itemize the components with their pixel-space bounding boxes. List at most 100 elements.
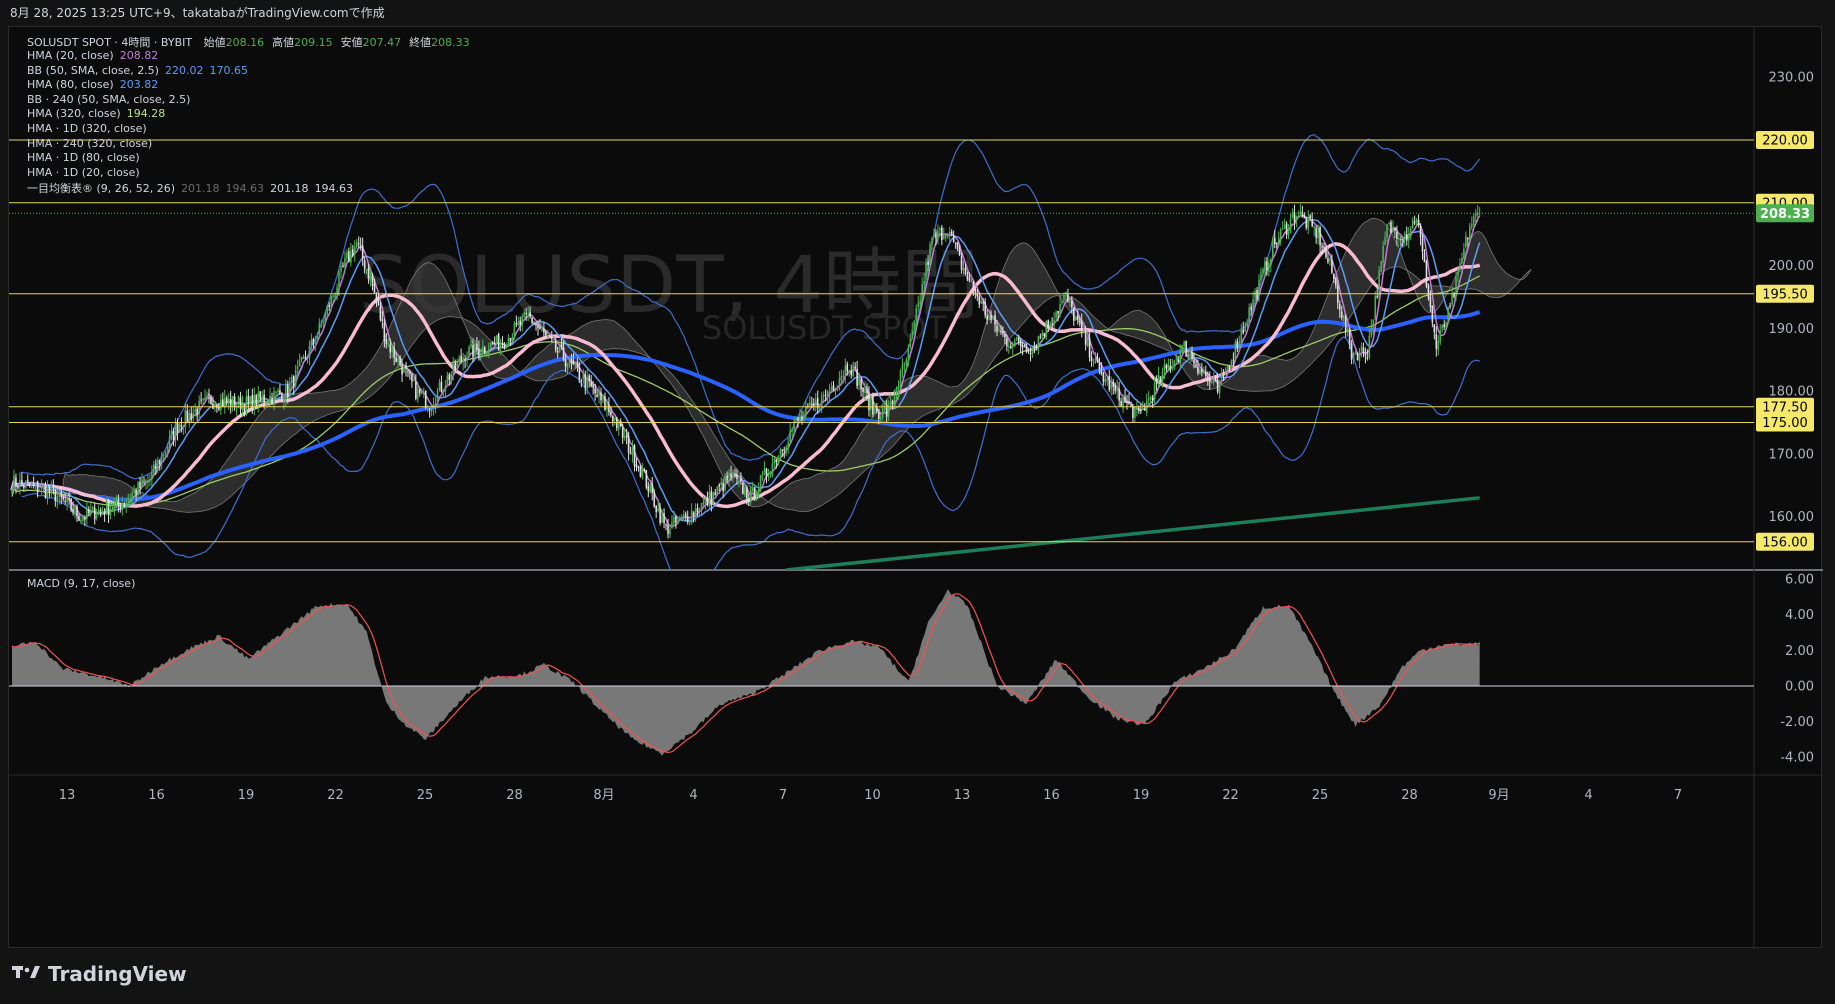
candle-body bbox=[663, 513, 665, 523]
candle-body bbox=[1476, 212, 1479, 216]
candle-body bbox=[1043, 333, 1046, 336]
candle-body bbox=[509, 338, 512, 342]
indicator-legend-row[interactable]: BB (50, SMA, close, 2.5) 220.02 170.65 bbox=[27, 64, 248, 77]
candle-body bbox=[1333, 273, 1335, 280]
indicator-legend-row[interactable]: 一目均衡表® (9, 26, 52, 26) 201.18 194.63 201.18… bbox=[27, 180, 353, 196]
indicator-legend-row[interactable]: BB · 240 (50, SMA, close, 2.5) bbox=[27, 93, 190, 106]
candle-body bbox=[212, 403, 214, 409]
candle-body bbox=[629, 452, 632, 454]
candle-body bbox=[66, 498, 68, 503]
candle-body bbox=[178, 424, 181, 433]
candle-body bbox=[1374, 295, 1377, 320]
candle-body bbox=[722, 483, 724, 492]
candle-body bbox=[1394, 228, 1396, 231]
macd-legend[interactable]: MACD (9, 17, close) bbox=[27, 577, 135, 590]
candle-body bbox=[442, 390, 445, 392]
indicator-legend-row[interactable]: HMA · 240 (320, close) bbox=[27, 137, 152, 150]
candle-body bbox=[513, 323, 516, 337]
indicator-legend-row[interactable]: HMA · 1D (20, close) bbox=[27, 166, 140, 179]
candle-body bbox=[485, 353, 488, 355]
candle-body bbox=[572, 360, 575, 365]
indicator-name: HMA (20, close) bbox=[27, 49, 114, 62]
candle-body bbox=[1132, 405, 1134, 418]
candle-body bbox=[1205, 371, 1207, 376]
candle-body bbox=[1313, 226, 1315, 229]
candle-body bbox=[913, 320, 916, 330]
candle-body bbox=[883, 408, 886, 410]
candle-body bbox=[420, 392, 423, 394]
candle-body bbox=[137, 482, 139, 495]
candle-body bbox=[554, 340, 557, 351]
candle-body bbox=[15, 477, 17, 487]
indicator-legend-row[interactable]: HMA (320, close) 194.28 bbox=[27, 107, 165, 120]
candle-body bbox=[909, 338, 912, 347]
candle-body bbox=[527, 313, 529, 315]
candle-body bbox=[511, 336, 514, 341]
candle-body bbox=[1356, 353, 1359, 361]
candle-body bbox=[302, 356, 305, 359]
candle-body bbox=[1004, 334, 1006, 338]
candle-body bbox=[1248, 307, 1250, 324]
candle-body bbox=[724, 475, 726, 491]
candle-body bbox=[202, 398, 204, 400]
candle-body bbox=[838, 378, 841, 386]
macd-tick-label: -2.00 bbox=[1780, 715, 1814, 730]
candle-body bbox=[627, 435, 630, 453]
candle-body bbox=[1382, 245, 1384, 263]
candle-body bbox=[643, 469, 646, 471]
price-tick-label: 180.00 bbox=[1769, 385, 1815, 400]
candle-body bbox=[168, 436, 171, 449]
indicator-legend-row[interactable]: HMA · 1D (320, close) bbox=[27, 122, 147, 135]
candle-body bbox=[844, 365, 847, 376]
candle-body bbox=[1104, 379, 1107, 383]
candle-body bbox=[190, 413, 193, 420]
candle-body bbox=[147, 480, 149, 482]
candle-body bbox=[1319, 227, 1321, 246]
candle-body bbox=[88, 509, 90, 514]
candle-body bbox=[1181, 345, 1183, 353]
candle-body bbox=[728, 472, 730, 479]
candle-body bbox=[300, 357, 303, 361]
candle-body bbox=[641, 469, 644, 477]
candle-body bbox=[155, 466, 157, 470]
candle-body bbox=[158, 460, 161, 465]
candle-body bbox=[1407, 234, 1410, 241]
candle-body bbox=[1143, 408, 1146, 411]
legend-symbol[interactable]: SOLUSDT SPOT · 4時間 · BYBIT bbox=[27, 36, 192, 49]
candle-body bbox=[24, 481, 27, 488]
candle-body bbox=[610, 411, 612, 416]
indicator-value: 194.63 bbox=[225, 182, 265, 196]
indicator-legend-row[interactable]: HMA (20, close) 208.82 bbox=[27, 49, 158, 62]
candle-body bbox=[151, 472, 153, 480]
time-tick-label: 10 bbox=[864, 788, 881, 803]
chart-frame[interactable]: SOLUSDT, 4時間 SOLUSDT SPOT 220.00 210.00 195.… bbox=[8, 26, 1823, 949]
chart-canvas[interactable]: SOLUSDT, 4時間SOLUSDT SPOT220.00210.00195.… bbox=[9, 27, 1823, 949]
candle-body bbox=[332, 295, 334, 297]
candle-body bbox=[160, 454, 163, 463]
tradingview-logo[interactable]: TradingView bbox=[12, 962, 187, 986]
candle-body bbox=[1086, 337, 1089, 347]
candle-body bbox=[243, 404, 246, 412]
candle-body bbox=[220, 399, 222, 410]
candle-body bbox=[901, 365, 904, 371]
candle-body bbox=[592, 384, 594, 388]
candle-body bbox=[42, 486, 45, 488]
candle-body bbox=[881, 407, 884, 417]
candle-body bbox=[11, 490, 13, 494]
indicator-legend-row[interactable]: HMA (80, close) 203.82 bbox=[27, 78, 158, 91]
candle-body bbox=[1285, 223, 1288, 235]
candle-body bbox=[99, 509, 102, 511]
candle-body bbox=[1096, 357, 1099, 362]
candle-body bbox=[68, 498, 70, 500]
indicator-legend-row[interactable]: HMA · 1D (80, close) bbox=[27, 151, 140, 164]
candle-body bbox=[799, 415, 801, 421]
candle-body bbox=[696, 507, 699, 513]
candle-body bbox=[346, 252, 348, 259]
candle-body bbox=[1228, 366, 1231, 370]
indicator-value: 201.18 bbox=[181, 182, 220, 196]
candle-body bbox=[367, 268, 370, 279]
candle-body bbox=[1325, 246, 1327, 257]
candle-body bbox=[657, 508, 659, 512]
candle-body bbox=[984, 302, 986, 316]
time-tick-label: 16 bbox=[1043, 788, 1060, 803]
